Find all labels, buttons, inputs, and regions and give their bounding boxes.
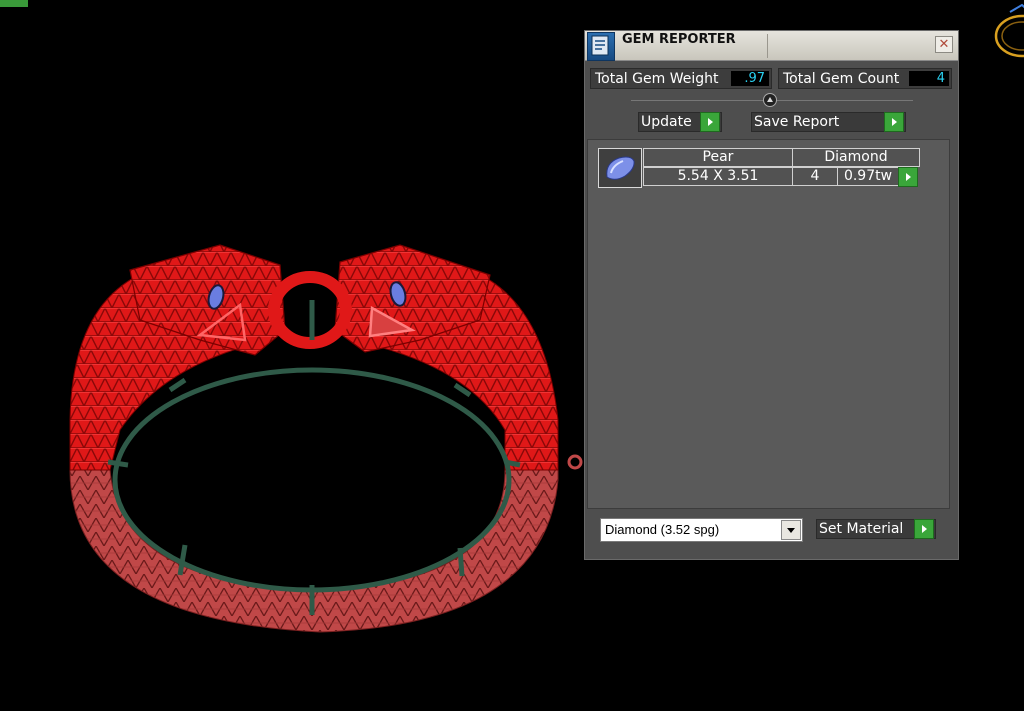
total-gem-count-label: Total Gem Count bbox=[783, 70, 900, 87]
material-select-value: Diamond (3.52 spg) bbox=[605, 522, 720, 537]
total-gem-weight-value: .97 bbox=[731, 71, 769, 86]
panel-title: GEM REPORTER bbox=[622, 32, 736, 47]
report-icon bbox=[587, 32, 615, 61]
gem-size-cell: 5.54 X 3.51 bbox=[643, 167, 793, 186]
play-arrow-icon[interactable] bbox=[700, 112, 720, 132]
total-gem-weight-box: Total Gem Weight .97 bbox=[590, 68, 772, 89]
bracelet-model[interactable] bbox=[0, 0, 600, 700]
panel-titlebar[interactable]: GEM REPORTER ✕ bbox=[585, 31, 958, 61]
panel-collapse-icon[interactable] bbox=[763, 93, 777, 107]
save-report-button[interactable]: Save Report bbox=[751, 112, 906, 132]
chevron-down-icon[interactable] bbox=[781, 520, 801, 540]
gem-shape-cell: Pear bbox=[643, 148, 793, 167]
play-arrow-icon[interactable] bbox=[898, 167, 918, 187]
play-arrow-icon[interactable] bbox=[914, 519, 934, 539]
set-material-button-label: Set Material bbox=[819, 521, 904, 537]
set-material-button[interactable]: Set Material bbox=[816, 519, 936, 539]
gem-reporter-panel: GEM REPORTER ✕ Total Gem Weight .97 Tota… bbox=[584, 30, 959, 560]
save-report-button-label: Save Report bbox=[754, 114, 840, 130]
play-arrow-icon[interactable] bbox=[884, 112, 904, 132]
total-gem-count-box: Total Gem Count 4 bbox=[778, 68, 952, 89]
ring-icon[interactable] bbox=[992, 0, 1024, 60]
pear-gem-icon[interactable] bbox=[598, 148, 642, 188]
total-gem-weight-label: Total Gem Weight bbox=[595, 70, 719, 87]
titlebar-separator bbox=[767, 34, 768, 58]
update-button[interactable]: Update bbox=[638, 112, 722, 132]
update-button-label: Update bbox=[641, 114, 692, 130]
close-icon[interactable]: ✕ bbox=[935, 36, 953, 53]
material-select[interactable]: Diamond (3.52 spg) bbox=[600, 518, 803, 542]
gem-material-cell: Diamond bbox=[792, 148, 920, 167]
gem-weight-cell: 0.97tw bbox=[837, 167, 899, 186]
total-gem-count-value: 4 bbox=[909, 71, 949, 86]
gem-count-cell: 4 bbox=[792, 167, 838, 186]
gem-list[interactable]: Pear Diamond 5.54 X 3.51 4 0.97tw bbox=[587, 139, 950, 509]
